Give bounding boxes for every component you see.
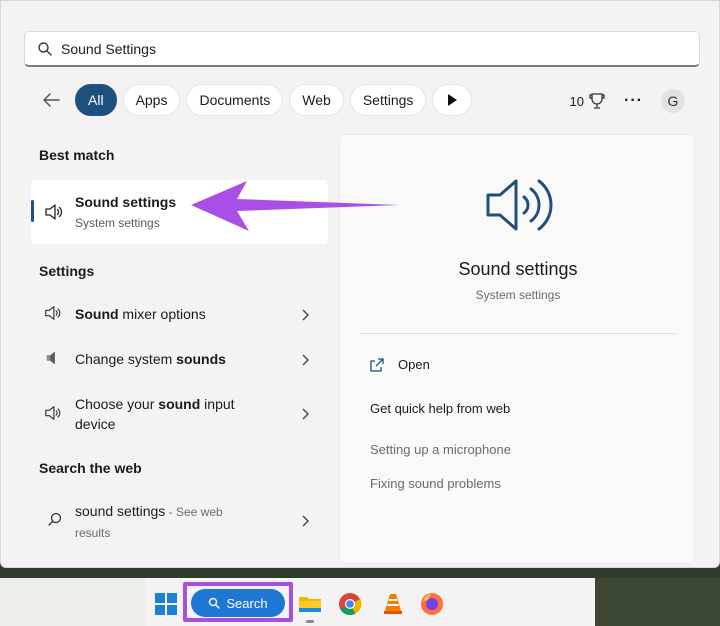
search-icon [38, 41, 52, 56]
play-icon [448, 94, 458, 106]
help-link-microphone[interactable]: Setting up a microphone [370, 442, 511, 457]
preview-title: Sound settings [458, 259, 578, 279]
settings-item-label: Sound mixer options [75, 306, 206, 322]
best-match-subtitle: System settings [75, 216, 160, 230]
speaker-icon [45, 406, 61, 420]
settings-heading: Settings [39, 263, 95, 279]
filter-chip-web[interactable]: Web [289, 84, 344, 116]
chevron-right-icon [302, 354, 309, 366]
taskbar-search-label: Search [226, 595, 268, 611]
back-arrow-icon[interactable] [37, 86, 65, 114]
quick-help-heading: Get quick help from web [370, 401, 511, 416]
best-match-heading: Best match [39, 147, 115, 163]
filter-chip-apps[interactable]: Apps [122, 84, 181, 116]
search-icon [209, 597, 221, 609]
best-match-title: Sound settings [75, 194, 177, 210]
speaker-large-icon [486, 179, 553, 231]
chevron-right-icon [302, 309, 309, 321]
taskbar-search-button[interactable]: Search [191, 589, 285, 617]
chevron-right-icon [302, 515, 309, 527]
avatar[interactable]: G [661, 89, 685, 113]
firefox-icon[interactable] [420, 592, 444, 616]
vlc-icon[interactable] [381, 592, 405, 616]
chrome-icon[interactable] [338, 592, 362, 616]
settings-item-label: Choose your sound input device [75, 396, 235, 432]
open-action[interactable]: Open [370, 357, 430, 372]
filter-chip-all[interactable]: All [75, 84, 117, 116]
search-input-value: Sound Settings [61, 40, 156, 57]
more-options-icon[interactable]: ··· [624, 92, 643, 110]
settings-item-system-sounds[interactable]: Change system sounds [31, 348, 328, 372]
filter-bar: All Apps Documents Web Settings [37, 84, 478, 116]
trophy-icon[interactable] [588, 92, 606, 110]
desktop-background [595, 578, 720, 626]
chevron-right-icon [302, 408, 309, 420]
open-action-label: Open [398, 357, 430, 372]
speaker-icon [45, 306, 61, 320]
web-result-label: sound settings - See web results [75, 503, 223, 540]
filter-chip-settings[interactable]: Settings [349, 84, 427, 116]
settings-item-label: Change system sounds [75, 351, 226, 367]
search-input[interactable]: Sound Settings [24, 31, 700, 67]
settings-item-sound-input[interactable]: Choose your sound input device [31, 394, 328, 438]
filter-chip-documents[interactable]: Documents [186, 84, 284, 116]
taskbar-left-area [0, 578, 145, 626]
search-icon [48, 512, 62, 526]
preview-subtitle: System settings [475, 288, 561, 302]
windows-start-icon[interactable] [155, 593, 177, 615]
web-result-item[interactable]: sound settings - See web results [31, 501, 328, 545]
selection-indicator [31, 200, 34, 222]
speaker-icon [45, 204, 63, 220]
rewards-count: 10 [569, 93, 585, 109]
help-link-sound-problems[interactable]: Fixing sound problems [370, 476, 501, 491]
taskbar: Search [0, 578, 720, 626]
annotation-arrow [191, 181, 399, 231]
start-search-panel: Sound Settings All Apps Documents Web Se… [0, 0, 720, 568]
file-explorer-icon[interactable] [298, 592, 322, 616]
search-web-heading: Search the web [39, 460, 142, 476]
more-filters-button[interactable] [432, 84, 473, 116]
active-app-indicator [306, 620, 314, 623]
settings-item-sound-mixer[interactable]: Sound mixer options [31, 303, 328, 327]
speaker-solid-icon [46, 351, 55, 365]
divider [360, 333, 676, 334]
header-tools: 10 ··· G [570, 89, 685, 113]
open-external-icon [370, 357, 384, 372]
